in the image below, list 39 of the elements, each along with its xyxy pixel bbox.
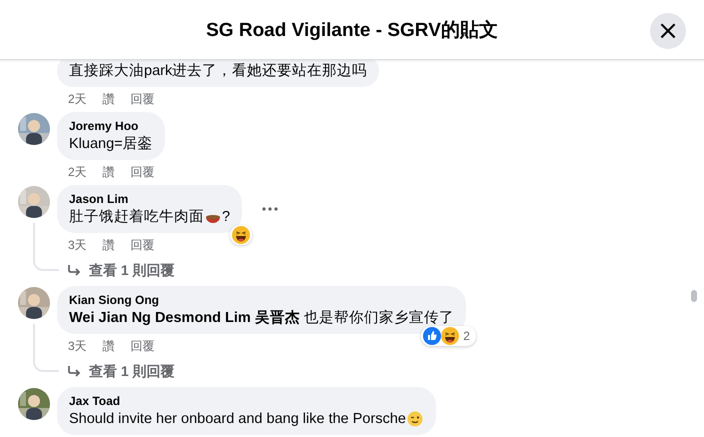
view-replies-link[interactable]: 查看 1 則回覆 [57,354,466,382]
wink-emoji-icon [406,411,423,427]
comment-action-link[interactable]: 回覆 [130,164,155,180]
reply-arrow-icon [67,264,81,276]
comment-action-link[interactable]: 回覆 [130,237,155,253]
thread-line [33,223,59,271]
close-button[interactable]: × [650,13,686,49]
comment-text: 直接踩大油park进去了，看她还要站在那边吗 [69,62,368,81]
like-reaction-icon [423,327,442,345]
comment-time[interactable]: 3天 [68,237,87,253]
comment-action-link[interactable]: 讚 [102,164,115,180]
comment-text: Should invite her onboard and bang like the Porsche [69,410,406,429]
view-replies-link[interactable]: 查看 1 則回覆 [57,253,278,281]
comment-text: Wei Jian Ng Desmond Lim 吴晋杰 也是帮你们家乡宣传了 [69,308,454,328]
comment-author[interactable]: Jax Toad [69,393,424,409]
comment-text: Kluang=居銮 [69,134,153,154]
comment-action-link[interactable]: 讚 [102,237,115,253]
reaction-count: 2 [462,329,471,343]
comment-time[interactable]: 2天 [68,91,87,107]
comment-text: ? [222,208,230,227]
dialog-title: SG Road Vigilante - SGRV的貼文 [206,18,498,42]
comment-author[interactable]: Joremy Hoo [69,118,153,134]
more-options-icon[interactable] [262,207,278,211]
comment-action-link[interactable]: 讚 [102,91,115,107]
laughing-emoji-icon [232,226,250,244]
comment-text: 肚子饿赶着吃牛肉面 [69,208,204,227]
reaction-badge[interactable]: 2 [421,326,476,346]
comment-action-link[interactable]: 回覆 [130,338,155,354]
reply-arrow-icon [67,365,81,377]
comment-time[interactable]: 3天 [68,338,87,354]
scrollbar-thumb[interactable] [691,290,697,302]
reaction-badge[interactable] [230,225,252,245]
comment-action-link[interactable]: 讚 [102,338,115,354]
thread-line [33,324,59,372]
laughing-emoji-icon [441,327,460,345]
comment-author[interactable]: Jason Lim [69,191,230,207]
comment-author[interactable]: Kian Siong Ong [69,292,454,308]
comment-action-link[interactable]: 回覆 [130,91,155,107]
comment-time[interactable]: 2天 [68,164,87,180]
